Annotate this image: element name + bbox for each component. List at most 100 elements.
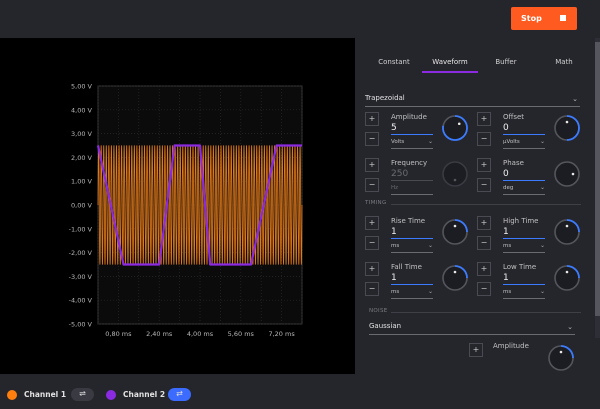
y-axis-labels: 5,00 V 4,00 V 3,00 V 2,00 V 1,00 V 0,00 V -1,0… — [69, 83, 93, 329]
high-time-increment-button[interactable]: + — [477, 216, 491, 230]
knob-indicator — [457, 122, 461, 126]
noise-amplitude-increment-button[interactable]: + — [469, 343, 483, 357]
high-time-decrement-button[interactable]: − — [477, 236, 491, 250]
low-time-knob[interactable] — [553, 264, 581, 292]
app-window: Stop 5,00 V 4,00 V 3,00 V 2,00 V 1,00 V 0,00 … — [0, 0, 600, 409]
y-tick-label: 1,00 V — [71, 178, 93, 186]
signal-generator-panel: Constant Waveform Buffer Math Trapezoida… — [355, 38, 600, 374]
frequency-unit: Hz — [391, 185, 433, 195]
fall-time-input[interactable]: 1 — [391, 273, 433, 285]
amplitude-increment-button[interactable]: + — [365, 112, 379, 126]
x-tick-label: 0,80 ms — [105, 330, 132, 338]
y-tick-label: -4,00 V — [69, 297, 93, 305]
stop-icon — [560, 15, 566, 21]
y-tick-label: 4,00 V — [71, 106, 93, 114]
offset-decrement-button[interactable]: − — [477, 132, 491, 146]
channel-1-settings-button[interactable]: ⇌ — [71, 388, 94, 401]
y-tick-label: -3,00 V — [69, 273, 93, 281]
tab-constant[interactable]: Constant — [369, 56, 419, 73]
phase-increment-button[interactable]: + — [477, 158, 491, 172]
tab-math[interactable]: Math — [544, 56, 584, 73]
plot-canvas[interactable]: 5,00 V 4,00 V 3,00 V 2,00 V 1,00 V 0,00 V -1,0… — [0, 38, 355, 374]
knob-ring — [442, 161, 468, 187]
stop-button[interactable]: Stop — [511, 7, 577, 30]
y-tick-label: 0,00 V — [71, 202, 93, 210]
offset-knob[interactable] — [553, 114, 581, 142]
chevron-down-icon: ⌄ — [427, 242, 433, 249]
chevron-down-icon: ⌄ — [572, 95, 578, 103]
x-tick-label: 7,20 ms — [268, 330, 295, 338]
noise-section-label: NOISE — [369, 308, 388, 314]
offset-unit-value: µVolts — [503, 139, 520, 145]
x-tick-label: 4,00 ms — [187, 330, 214, 338]
frequency-knob[interactable] — [441, 160, 469, 188]
oscilloscope-plot[interactable]: 5,00 V 4,00 V 3,00 V 2,00 V 1,00 V 0,00 V -1,0… — [0, 38, 355, 374]
chevron-down-icon: ⌄ — [539, 184, 545, 191]
channel-2-settings-button[interactable]: ⇄ — [168, 388, 191, 401]
low-time-input[interactable]: 1 — [503, 273, 545, 285]
frequency-input[interactable]: 250 — [391, 169, 433, 181]
chevron-down-icon: ⌄ — [539, 138, 545, 145]
phase-unit-value: deg — [503, 185, 514, 191]
timing-section-label: TIMING — [365, 200, 387, 206]
phase-knob[interactable] — [553, 160, 581, 188]
phase-label: Phase — [503, 159, 524, 167]
noise-divider — [391, 312, 581, 313]
rise-time-decrement-button[interactable]: − — [365, 236, 379, 250]
high-time-input[interactable]: 1 — [503, 227, 545, 239]
frequency-label: Frequency — [391, 159, 428, 167]
channel-2-label: Channel 2 — [123, 390, 166, 399]
waveform-type-select[interactable]: Trapezoidal ⌄ — [365, 92, 580, 107]
knob-ring — [554, 161, 580, 187]
amplitude-input[interactable]: 5 — [391, 123, 433, 135]
panel-scrollbar[interactable] — [595, 38, 600, 338]
rise-time-unit-select[interactable]: ms ⌄ — [391, 242, 433, 253]
fall-time-unit-select[interactable]: ms ⌄ — [391, 288, 433, 299]
chevron-down-icon: ⌄ — [539, 288, 545, 295]
tab-waveform[interactable]: Waveform — [422, 56, 478, 73]
chevron-down-icon: ⌄ — [427, 138, 433, 145]
low-time-increment-button[interactable]: + — [477, 262, 491, 276]
offset-unit-select[interactable]: µVolts ⌄ — [503, 138, 545, 149]
frequency-decrement-button[interactable]: − — [365, 178, 379, 192]
knob-indicator — [453, 178, 457, 182]
rise-time-increment-button[interactable]: + — [365, 216, 379, 230]
y-tick-label: 2,00 V — [71, 154, 93, 162]
chevron-down-icon: ⌄ — [539, 242, 545, 249]
knob-indicator — [565, 270, 569, 274]
channel-2-color-dot — [106, 390, 116, 400]
fall-time-knob[interactable] — [441, 264, 469, 292]
low-time-unit-select[interactable]: ms ⌄ — [503, 288, 545, 299]
noise-type-select[interactable]: Gaussian ⌄ — [369, 320, 575, 335]
frequency-increment-button[interactable]: + — [365, 158, 379, 172]
low-time-decrement-button[interactable]: − — [477, 282, 491, 296]
phase-input[interactable]: 0 — [503, 169, 545, 181]
rise-time-label: Rise Time — [391, 217, 426, 225]
amplitude-unit-select[interactable]: Volts ⌄ — [391, 138, 433, 149]
low-time-unit-value: ms — [503, 289, 512, 295]
phase-unit-select[interactable]: deg ⌄ — [503, 184, 545, 195]
high-time-knob[interactable] — [553, 218, 581, 246]
rise-time-unit-value: ms — [391, 243, 400, 249]
offset-input[interactable]: 0 — [503, 123, 545, 135]
fall-time-decrement-button[interactable]: − — [365, 282, 379, 296]
knob-indicator — [453, 224, 457, 228]
high-time-unit-select[interactable]: ms ⌄ — [503, 242, 545, 253]
stop-button-label: Stop — [521, 14, 542, 23]
rise-time-knob[interactable] — [441, 218, 469, 246]
panel-tabs: Constant Waveform Buffer Math — [355, 56, 600, 76]
fall-time-increment-button[interactable]: + — [365, 262, 379, 276]
noise-amplitude-knob[interactable] — [547, 344, 575, 372]
tab-buffer[interactable]: Buffer — [485, 56, 527, 73]
channel-1-label: Channel 1 — [24, 390, 67, 399]
rise-time-input[interactable]: 1 — [391, 227, 433, 239]
amplitude-label: Amplitude — [391, 113, 427, 121]
amplitude-unit-value: Volts — [391, 139, 405, 145]
amplitude-knob[interactable] — [441, 114, 469, 142]
phase-decrement-button[interactable]: − — [477, 178, 491, 192]
y-tick-label: -1,00 V — [69, 225, 93, 233]
panel-scrollbar-thumb[interactable] — [595, 42, 600, 316]
amplitude-decrement-button[interactable]: − — [365, 132, 379, 146]
high-time-label: High Time — [503, 217, 539, 225]
offset-increment-button[interactable]: + — [477, 112, 491, 126]
